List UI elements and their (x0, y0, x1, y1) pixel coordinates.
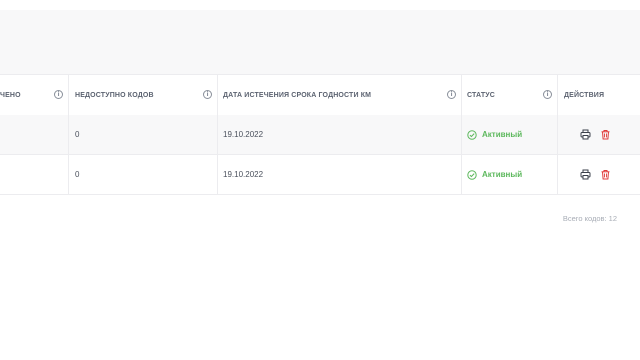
column-header-label: ДАТА ИСТЕЧЕНИЯ СРОКА ГОДНОСТИ КМ (223, 91, 372, 99)
status-text: Активный (482, 130, 523, 139)
trash-icon (601, 129, 609, 139)
info-icon[interactable]: i (543, 90, 552, 99)
column-header-label: ДЕЙСТВИЯ (564, 91, 605, 99)
unavailable-count: 0 (75, 130, 80, 139)
cell-unavailable: 0 (75, 115, 79, 154)
status-badge: Активный (467, 155, 522, 194)
status-badge: Активный (467, 115, 522, 154)
cell-unavailable: 0 (75, 155, 79, 194)
column-header-expiry[interactable]: ДАТА ИСТЕЧЕНИЯ СРОКА ГОДНОСТИ КМ (223, 75, 458, 115)
table-row[interactable]: 0 19.10.2022 Активный (0, 115, 640, 155)
column-header-actions: ДЕЙСТВИЯ (564, 75, 640, 115)
unavailable-count: 0 (75, 170, 80, 179)
column-header-label: НЕДОСТУПНО КОДОВ (75, 91, 154, 99)
info-icon[interactable]: i (447, 90, 456, 99)
printer-icon (580, 129, 590, 139)
filter-panel (0, 10, 640, 74)
column-header-label: СТАТУС (467, 91, 496, 99)
check-circle-icon (467, 169, 477, 180)
trash-icon (601, 169, 609, 179)
printer-icon (580, 169, 590, 179)
info-icon[interactable]: i (54, 90, 63, 99)
table-header: ЧЕНО i НЕДОСТУПНО КОДОВ i ДАТА ИСТЕЧЕНИЯ… (0, 75, 640, 116)
status-text: Активный (482, 170, 523, 179)
delete-button[interactable] (599, 168, 611, 180)
column-header-label: ЧЕНО (0, 91, 21, 99)
expiry-date: 19.10.2022 (223, 170, 264, 179)
info-icon[interactable]: i (203, 90, 212, 99)
column-header-unavailable[interactable]: НЕДОСТУПНО КОДОВ (75, 75, 215, 115)
top-bar (0, 0, 640, 10)
cell-expiry: 19.10.2022 (223, 115, 263, 154)
table-row[interactable]: 0 19.10.2022 Активный (0, 155, 640, 195)
print-button[interactable] (579, 168, 591, 180)
expiry-date: 19.10.2022 (223, 130, 264, 139)
print-button[interactable] (579, 128, 591, 140)
cell-expiry: 19.10.2022 (223, 155, 263, 194)
delete-button[interactable] (599, 128, 611, 140)
total-codes-count: Всего кодов: 12 (562, 214, 617, 223)
codes-table: ЧЕНО i НЕДОСТУПНО КОДОВ i ДАТА ИСТЕЧЕНИЯ… (0, 74, 640, 195)
check-circle-icon (467, 129, 477, 140)
